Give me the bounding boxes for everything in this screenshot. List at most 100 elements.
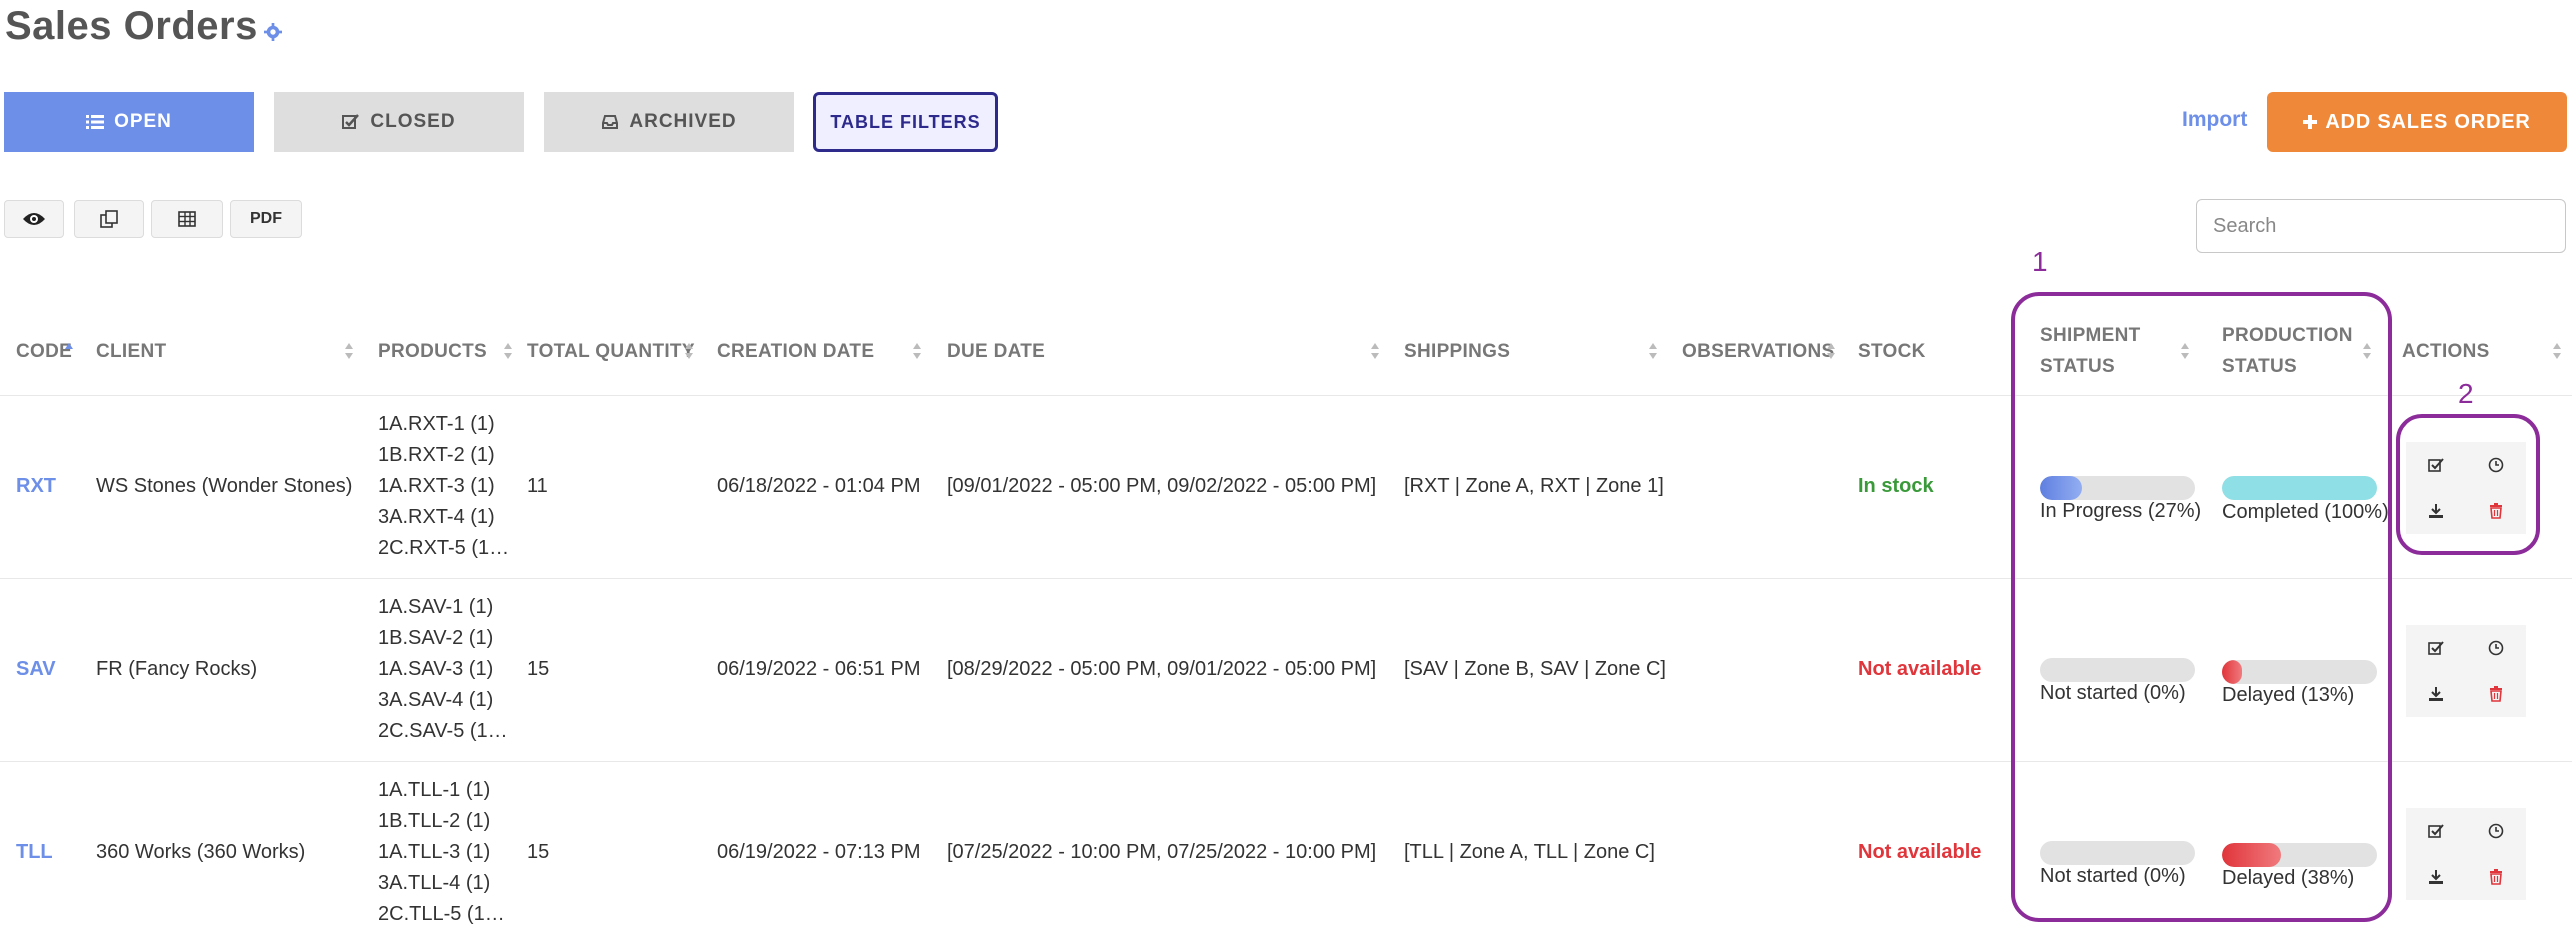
products-cell: 1A.RXT-1 (1) 1B.RXT-2 (1) 1A.RXT-3 (1) 3…: [378, 409, 509, 564]
product-line: 1A.TLL-3 (1): [378, 841, 491, 863]
column-header-total-quantity[interactable]: TOTAL QUANTITY: [527, 336, 695, 367]
sort-icon[interactable]: [684, 340, 694, 362]
due-date-cell: [08/29/2022 - 05:00 PM, 09/01/2022 - 05:…: [947, 658, 1377, 680]
eye-icon: [23, 213, 45, 225]
order-code-link[interactable]: TLL: [16, 841, 53, 864]
add-sales-order-label: ADD SALES ORDER: [2325, 110, 2531, 133]
product-line: 1A.SAV-1 (1): [378, 596, 494, 618]
shippings-cell: [TLL | Zone A, TLL | Zone C]: [1404, 841, 1655, 863]
copy-button[interactable]: [74, 200, 144, 238]
add-sales-order-button[interactable]: ADD SALES ORDER: [2267, 92, 2567, 152]
product-line: 3A.SAV-4 (1): [378, 689, 494, 711]
check-icon: [2428, 824, 2444, 838]
product-line: 1A.RXT-1 (1): [378, 413, 495, 435]
column-header-shippings[interactable]: SHIPPINGS: [1404, 336, 1510, 367]
table-filters-button[interactable]: TABLE FILTERS: [813, 92, 998, 152]
page-title-text: Sales Orders: [5, 4, 258, 48]
stock-status: In stock: [1858, 475, 1934, 497]
product-line: 1A.SAV-3 (1): [378, 658, 494, 680]
product-line: 1A.TLL-1 (1): [378, 779, 491, 801]
client-cell: FR (Fancy Rocks): [96, 658, 258, 680]
quantity-cell: 15: [527, 841, 550, 863]
products-cell: 1A.SAV-1 (1) 1B.SAV-2 (1) 1A.SAV-3 (1) 3…: [378, 592, 508, 747]
product-line: 1B.SAV-2 (1): [378, 627, 494, 649]
annotation-box-actions: [2396, 414, 2540, 555]
search-input[interactable]: [2196, 199, 2566, 253]
column-header-due-date[interactable]: DUE DATE: [947, 336, 1045, 367]
approve-button[interactable]: [2406, 808, 2466, 854]
checkbox-icon: [342, 114, 360, 129]
download-button[interactable]: [2406, 671, 2466, 717]
sort-icon[interactable]: [503, 340, 513, 362]
quantity-cell: 11: [527, 475, 548, 497]
tab-archived-label: ARCHIVED: [629, 111, 737, 132]
product-line: 1B.RXT-2 (1): [378, 444, 495, 466]
history-button[interactable]: [2466, 808, 2526, 854]
clock-icon: [2488, 823, 2504, 839]
sort-icon[interactable]: [912, 340, 922, 362]
tab-open[interactable]: OPEN: [4, 92, 254, 152]
tab-archived[interactable]: ARCHIVED: [544, 92, 794, 152]
creation-date-cell: 06/19/2022 - 06:51 PM: [717, 658, 921, 680]
client-cell: 360 Works (360 Works): [96, 841, 306, 863]
annotation-label-1: 1: [2032, 246, 2048, 277]
shippings-cell: [SAV | Zone B, SAV | Zone C]: [1404, 658, 1666, 680]
pdf-button[interactable]: PDF: [230, 200, 302, 238]
copy-icon: [100, 210, 118, 228]
product-line: 2C.SAV-5 (1…: [378, 720, 508, 742]
column-header-products[interactable]: PRODUCTS: [378, 336, 487, 367]
product-line: 2C.TLL-5 (1…: [378, 903, 505, 925]
tab-closed-label: CLOSED: [370, 111, 456, 132]
delete-button[interactable]: [2466, 854, 2526, 900]
list-icon: [86, 115, 105, 129]
product-line: 3A.TLL-4 (1): [378, 872, 491, 894]
sort-icon[interactable]: [1826, 340, 1836, 362]
column-header-client[interactable]: CLIENT: [96, 336, 166, 367]
inbox-icon: [602, 115, 619, 129]
creation-date-cell: 06/19/2022 - 07:13 PM: [717, 841, 921, 863]
annotation-label-2: 2: [2458, 378, 2474, 409]
approve-button[interactable]: [2406, 625, 2466, 671]
product-line: 1B.TLL-2 (1): [378, 810, 491, 832]
creation-date-cell: 06/18/2022 - 01:04 PM: [717, 475, 921, 497]
column-header-observations[interactable]: OBSERVATIONS: [1682, 336, 1834, 367]
table-export-button[interactable]: [151, 200, 223, 238]
client-cell: WS Stones (Wonder Stones): [96, 475, 353, 497]
check-icon: [2428, 641, 2444, 655]
stock-status: Not available: [1858, 658, 1982, 680]
download-icon: [2429, 687, 2443, 701]
delete-button[interactable]: [2466, 671, 2526, 717]
order-code-link[interactable]: SAV: [16, 658, 56, 681]
sort-icon[interactable]: [344, 340, 354, 362]
tab-open-label: OPEN: [114, 111, 172, 132]
table-filters-label: TABLE FILTERS: [830, 111, 981, 132]
shippings-cell: [RXT | Zone A, RXT | Zone 1]: [1404, 475, 1664, 497]
tab-closed[interactable]: CLOSED: [274, 92, 524, 152]
sort-icon[interactable]: [2552, 340, 2562, 362]
view-button[interactable]: [4, 200, 64, 238]
import-link[interactable]: Import: [2182, 108, 2247, 132]
table-icon: [178, 211, 196, 227]
sort-icon[interactable]: [1370, 340, 1380, 362]
sort-asc-icon[interactable]: [64, 340, 74, 362]
history-button[interactable]: [2466, 625, 2526, 671]
due-date-cell: [07/25/2022 - 10:00 PM, 07/25/2022 - 10:…: [947, 841, 1377, 863]
gear-icon[interactable]: [263, 23, 282, 41]
annotation-box-status-columns: [2011, 292, 2392, 922]
sort-icon[interactable]: [1648, 340, 1658, 362]
order-code-link[interactable]: RXT: [16, 475, 56, 498]
page-title: Sales Orders: [5, 4, 282, 49]
trash-icon: [2490, 686, 2502, 702]
product-line: 3A.RXT-4 (1): [378, 506, 495, 528]
trash-icon: [2490, 869, 2502, 885]
download-icon: [2429, 870, 2443, 884]
products-cell: 1A.TLL-1 (1) 1B.TLL-2 (1) 1A.TLL-3 (1) 3…: [378, 775, 505, 928]
column-header-creation-date[interactable]: CREATION DATE: [717, 336, 874, 367]
column-header-actions[interactable]: ACTIONS: [2402, 336, 2490, 367]
quantity-cell: 15: [527, 658, 550, 680]
download-button[interactable]: [2406, 854, 2466, 900]
column-header-stock[interactable]: STOCK: [1858, 336, 1926, 367]
product-line: 2C.RXT-5 (1…: [378, 537, 510, 559]
stock-status: Not available: [1858, 841, 1982, 863]
clock-icon: [2488, 640, 2504, 656]
